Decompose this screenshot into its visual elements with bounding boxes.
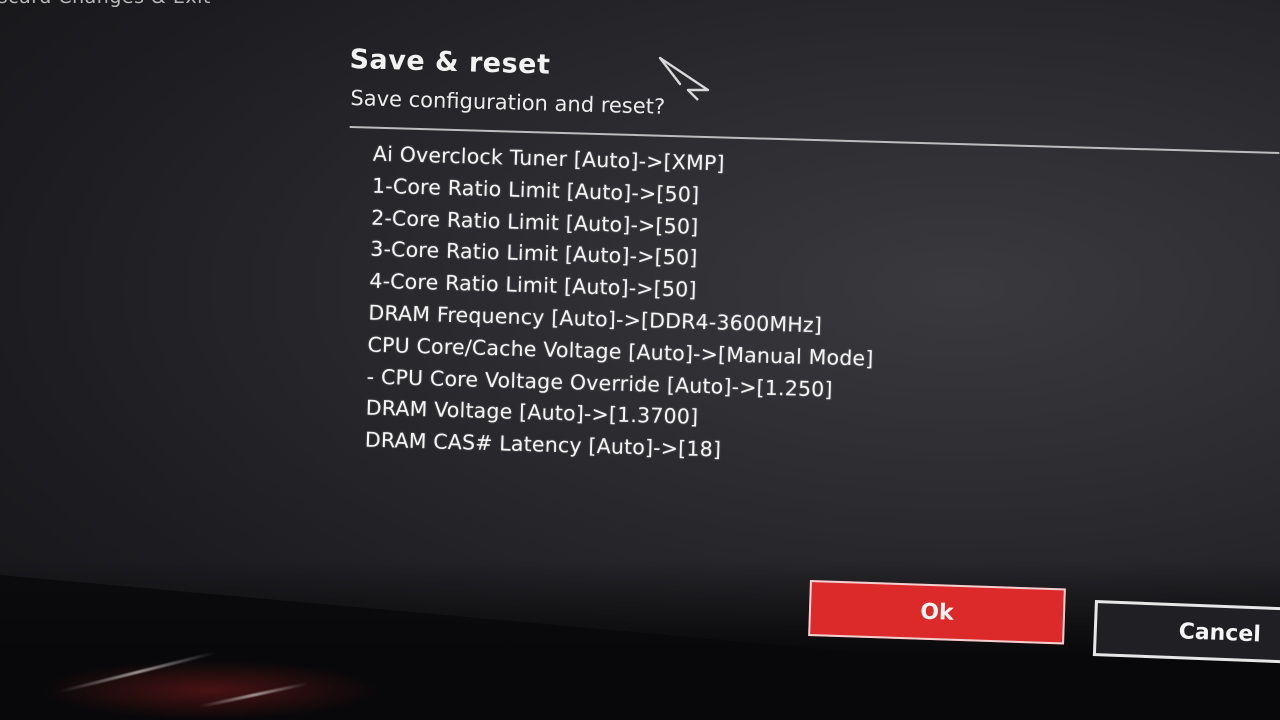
ok-button-label: Ok <box>919 599 955 626</box>
changes-list: Ai Overclock Tuner [Auto]->[XMP] 1-Core … <box>364 139 879 471</box>
mouse-pointer-icon <box>658 56 710 101</box>
save-reset-dialog: Save & reset Save configuration and rese… <box>337 44 1280 530</box>
discard-changes-exit-menu-item[interactable]: iscard Changes & Exit <box>0 0 211 8</box>
cancel-button[interactable]: Cancel <box>1092 600 1280 664</box>
dialog-title: Save & reset <box>349 44 551 81</box>
cancel-button-label: Cancel <box>1178 618 1262 647</box>
dialog-subtitle: Save configuration and reset? <box>350 86 666 119</box>
keyboard-glow <box>40 660 380 720</box>
ok-button[interactable]: Ok <box>808 580 1066 645</box>
